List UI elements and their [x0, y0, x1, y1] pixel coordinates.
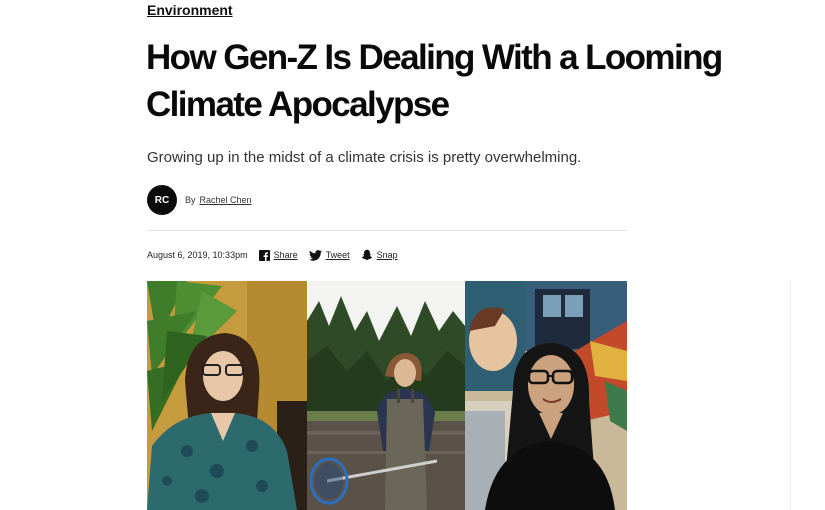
article-subtitle: Growing up in the midst of a climate cri… [147, 149, 582, 166]
author-avatar[interactable]: RC [147, 185, 177, 215]
twitter-icon [308, 249, 322, 261]
facebook-share-label: Share [273, 250, 298, 260]
article-title: How Gen-Z Is Dealing With a Looming Clim… [146, 38, 723, 124]
byline-prefix: By [185, 195, 196, 205]
hero-photo-2 [307, 281, 465, 510]
article-meta: August 6, 2019, 10:33pm Share Tweet Snap [147, 249, 398, 261]
snapchat-share-button[interactable]: Snap [361, 249, 398, 261]
hero-photo-3 [465, 281, 627, 510]
hero-photo-1 [147, 281, 307, 510]
author-link[interactable]: Rachel Chen [200, 195, 252, 205]
publish-timestamp: August 6, 2019, 10:33pm [147, 250, 248, 260]
section-link-environment[interactable]: Environment [147, 2, 233, 18]
snapchat-share-label: Snap [376, 250, 398, 260]
hero-photo-collage [147, 281, 627, 510]
facebook-share-button[interactable]: Share [258, 249, 298, 261]
twitter-share-button[interactable]: Tweet [308, 249, 350, 261]
page-edge-line [790, 280, 791, 510]
snapchat-icon [361, 249, 372, 260]
twitter-share-label: Tweet [325, 250, 350, 260]
facebook-icon [258, 249, 270, 261]
byline: RC By Rachel Chen [147, 185, 252, 215]
divider [147, 230, 627, 231]
